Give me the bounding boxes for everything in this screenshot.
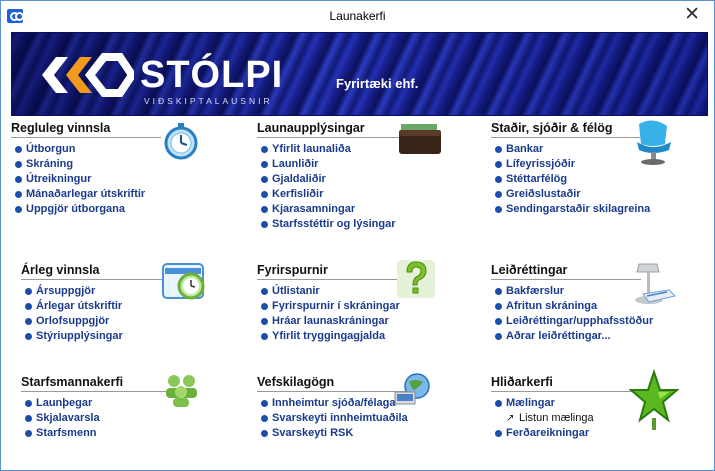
link-svarskeyti-innheimtuadila[interactable]: Svarskeyti innheimtuaðila [261, 411, 408, 426]
main-window: Launakerfi ✕ STÓLPI VIÐSKIPTALAUSNIR Fyr… [0, 0, 715, 471]
link-starfsstettir-og-lysingar[interactable]: Starfsstéttir og lýsingar [261, 217, 395, 232]
logo-text: STÓLPI [140, 54, 284, 96]
link-skjalavarsla[interactable]: Skjalavarsla [25, 411, 100, 426]
link-listun-maelinga-label: Listun mælinga [519, 412, 594, 424]
link-gjaldalidir[interactable]: Gjaldaliðir [261, 172, 395, 187]
link-adrar-leidrettingar[interactable]: Aðrar leiðréttingar... [495, 329, 653, 344]
link-utreikningur[interactable]: Útreikningur [15, 172, 145, 187]
link-starfsmenn[interactable]: Starfsmenn [25, 426, 100, 441]
link-greidslustadir[interactable]: Greiðslustaðir [495, 187, 650, 202]
titlebar: Launakerfi ✕ [1, 1, 714, 31]
link-stettarfelog[interactable]: Stéttarfélög [495, 172, 650, 187]
link-sendingarstadir-skilagreina[interactable]: Sendingarstaðir skilagreina [495, 202, 650, 217]
section-vefskilagogn: Vefskilagögn Innheimtur sjóða/félaga Sva… [257, 374, 482, 439]
link-yfirlit-tryggingagjalda[interactable]: Yfirlit tryggingagjalda [261, 329, 400, 344]
link-bankar[interactable]: Bankar [495, 142, 650, 157]
link-hraar-launaskraningar[interactable]: Hráar launaskráningar [261, 314, 400, 329]
logo-subtitle: VIÐSKIPTALAUSNIR [144, 96, 273, 106]
divider [257, 137, 407, 138]
stolpi-logo-icon [42, 53, 134, 97]
section-leidrettingar: Leiðréttingar Bakfærslur Afritun skránin… [491, 262, 714, 342]
users-icon [166, 375, 197, 407]
section-stadir-sjodir-felog: Staðir, sjóðir & félög Bankar Lífeyrissj… [491, 120, 714, 215]
question-mark-icon [397, 260, 435, 298]
section-title: Launaupplýsingar [257, 121, 365, 135]
section-hlidarkerfi: Hliðarkerfi Mælingar ↗ Listun mælinga Fer… [491, 374, 714, 439]
desk-lamp-icon [635, 263, 676, 304]
link-skraning[interactable]: Skráning [15, 157, 145, 172]
section-launaupplysingar: Launaupplýsingar Yfirlit launaliða Launl… [257, 120, 482, 230]
section-fyrirspurnir: Fyrirspurnir Útlistanir Fyrirspurnir í s… [257, 262, 482, 342]
link-innheimtur-sjoda-felaga[interactable]: Innheimtur sjóða/félaga [261, 396, 408, 411]
link-listun-maelinga[interactable]: ↗ Listun mælinga [495, 411, 594, 426]
banner: STÓLPI VIÐSKIPTALAUSNIR Fyrirtæki ehf. [11, 32, 708, 116]
link-fyrirspurnir-i-skraningar[interactable]: Fyrirspurnir í skráningar [261, 299, 400, 314]
link-kjarasamningar[interactable]: Kjarasamningar [261, 202, 395, 217]
alarm-clock-icon [162, 263, 205, 300]
link-manadarlegar-utskriftir[interactable]: Mánaðarlegar útskriftir [15, 187, 145, 202]
divider [21, 391, 171, 392]
globe-icon [394, 373, 430, 405]
section-title: Árleg vinnsla [21, 263, 100, 277]
link-arlegar-utskriftir[interactable]: Árlegar útskriftir [25, 299, 123, 314]
section-starfsmannakerfi: Starfsmannakerfi Launþegar Skjalavarsla … [21, 374, 246, 439]
section-title: Hliðarkerfi [491, 375, 553, 389]
link-kerfislidir[interactable]: Kerfisliðir [261, 187, 395, 202]
section-title: Fyrirspurnir [257, 263, 328, 277]
link-launthegar[interactable]: Launþegar [25, 396, 100, 411]
link-utborgun[interactable]: Útborgun [15, 142, 145, 157]
link-launlidir[interactable]: Launliðir [261, 157, 395, 172]
section-title: Staðir, sjóðir & félög [491, 121, 613, 135]
link-orlofsuppgjor[interactable]: Orlofsuppgjör [25, 314, 123, 329]
divider [257, 391, 407, 392]
divider [491, 279, 641, 280]
link-styriupplysingar[interactable]: Stýriupplýsingar [25, 329, 123, 344]
sub-arrow-icon: ↗ [506, 413, 515, 424]
link-arsuppgjor[interactable]: Ársuppgjör [25, 284, 123, 299]
link-leidrettingar-upphafsstodur[interactable]: Leiðréttingar/upphafsstöður [495, 314, 653, 329]
link-ferdareikningar[interactable]: Ferðareikningar [495, 426, 594, 441]
link-maelingar[interactable]: Mælingar [495, 396, 594, 411]
link-utlistanir[interactable]: Útlistanir [261, 284, 400, 299]
section-arleg-vinnsla: Árleg vinnsla Ársuppgjör Árlegar útskrif… [21, 262, 246, 342]
divider [21, 279, 171, 280]
star-icon [629, 368, 679, 430]
company-name: Fyrirtæki ehf. [336, 76, 419, 91]
divider [11, 137, 161, 138]
chair-icon [637, 120, 671, 165]
divider [257, 279, 407, 280]
divider [491, 391, 641, 392]
divider [491, 137, 641, 138]
link-yfirlit-launalida[interactable]: Yfirlit launaliða [261, 142, 395, 157]
section-title: Leiðréttingar [491, 263, 568, 277]
link-svarskeyti-rsk[interactable]: Svarskeyti RSK [261, 426, 408, 441]
section-title: Vefskilagögn [257, 375, 335, 389]
window-title: Launakerfi [329, 9, 386, 23]
section-title: Starfsmannakerfi [21, 375, 124, 389]
link-lifeyrissjodir[interactable]: Lífeyrissjóðir [495, 157, 650, 172]
close-icon[interactable]: ✕ [684, 5, 700, 25]
link-uppgjor-utborgana[interactable]: Uppgjör útborgana [15, 202, 145, 217]
wallet-icon [399, 124, 441, 154]
stopwatch-icon [164, 123, 198, 160]
